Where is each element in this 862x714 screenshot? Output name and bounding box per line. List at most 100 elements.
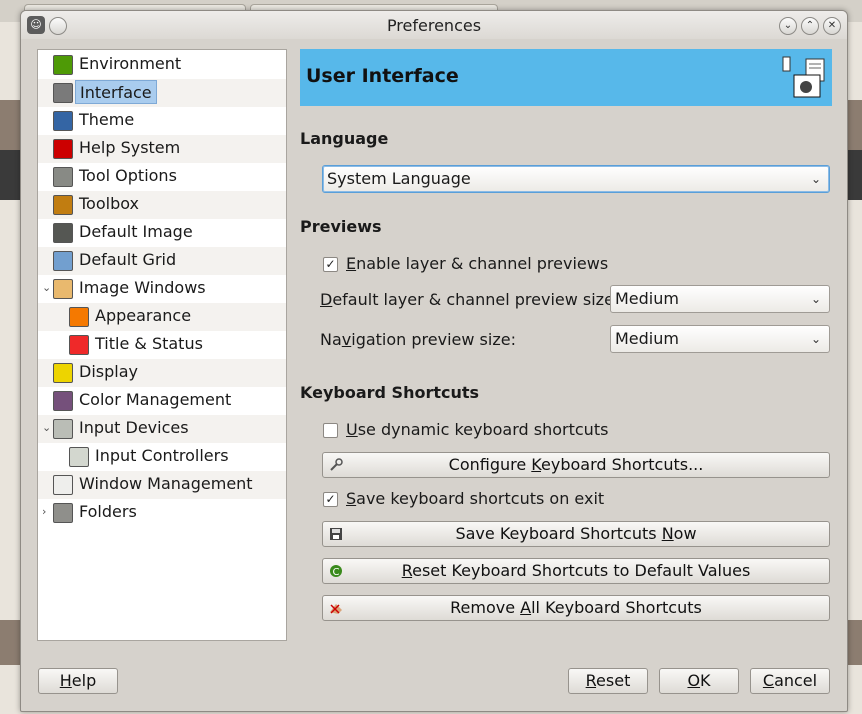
image-windows-icon: [53, 279, 73, 299]
navigation-preview-size-select[interactable]: Medium ⌄: [610, 325, 830, 353]
tree-item-toolbox[interactable]: Toolbox: [38, 191, 286, 219]
toolbox-icon: [53, 195, 73, 215]
page-title: User Interface: [306, 65, 459, 87]
save-shortcuts-now-button[interactable]: Save Keyboard Shortcuts Now: [322, 521, 830, 547]
tree-item-label: Theme: [79, 110, 135, 129]
title-status-icon: [69, 335, 89, 355]
tree-item-label: Input Controllers: [95, 446, 229, 465]
tree-item-label: Window Management: [79, 474, 253, 493]
preferences-category-tree[interactable]: Environment Interface Theme Help System Tool…: [37, 49, 287, 641]
floppy-disk-icon: [330, 528, 342, 540]
reset-button[interactable]: Reset: [568, 668, 648, 694]
appearance-icon: [69, 307, 89, 327]
theme-icon: [53, 111, 73, 131]
reset-icon: C: [330, 565, 342, 578]
navigation-preview-size-label: Navigation preview size:: [320, 330, 516, 349]
tree-item-display[interactable]: Display: [38, 359, 286, 387]
tree-item-label: Default Grid: [79, 250, 177, 269]
tree-item-default-grid[interactable]: Default Grid: [38, 247, 286, 275]
minimize-icon[interactable]: ⌄: [779, 17, 797, 35]
title-bar[interactable]: ☺ Preferences ⌄ ⌃ ✕: [21, 11, 847, 39]
eraser-icon: [330, 604, 342, 614]
input-controllers-icon: [69, 447, 89, 467]
dynamic-shortcuts-checkbox[interactable]: [323, 423, 338, 438]
tree-item-label: Help System: [79, 138, 181, 157]
close-icon[interactable]: ✕: [823, 17, 841, 35]
expander-expanded-icon[interactable]: ⌄: [42, 421, 52, 434]
interface-icon: [53, 83, 73, 103]
tree-item-image-windows[interactable]: ⌄ Image Windows: [38, 275, 286, 303]
background-band: [0, 620, 22, 665]
reset-shortcuts-button[interactable]: C Reset Keyboard Shortcuts to Default Va…: [322, 558, 830, 584]
tree-item-color-management[interactable]: Color Management: [38, 387, 286, 415]
tree-item-label: Title & Status: [95, 334, 203, 353]
background-band: [0, 100, 22, 150]
tree-item-label: Environment: [79, 54, 182, 73]
expander-expanded-icon[interactable]: ⌄: [42, 281, 52, 294]
remove-all-shortcuts-button[interactable]: Remove All Keyboard Shortcuts: [322, 595, 830, 621]
window-management-icon: [53, 475, 73, 495]
help-button[interactable]: Help: [38, 668, 118, 694]
tree-item-environment[interactable]: Environment: [38, 51, 286, 79]
layer-preview-size-label: Default layer & channel preview size:: [320, 290, 620, 309]
layer-preview-size-select[interactable]: Medium ⌄: [610, 285, 830, 313]
user-interface-icon: [782, 56, 825, 98]
preferences-dialog: ☺ Preferences ⌄ ⌃ ✕ Environment Interface…: [20, 10, 848, 712]
svg-text:C: C: [333, 567, 340, 578]
default-grid-icon: [53, 251, 73, 271]
tree-item-label: Interface: [75, 80, 157, 104]
language-select[interactable]: System Language ⌄: [322, 165, 830, 193]
tree-item-label: Input Devices: [79, 418, 189, 437]
enable-previews-checkbox[interactable]: ✓: [323, 257, 338, 272]
tree-item-label: Appearance: [95, 306, 192, 325]
ok-button[interactable]: OK: [659, 668, 739, 694]
tree-item-folders[interactable]: › Folders: [38, 499, 286, 527]
tree-item-label: Default Image: [79, 222, 193, 241]
wrench-icon: [330, 458, 343, 471]
previews-section-title: Previews: [300, 217, 382, 236]
language-section-title: Language: [300, 129, 389, 148]
tool-options-icon: [53, 167, 73, 187]
default-image-icon: [53, 223, 73, 243]
dynamic-shortcuts-label[interactable]: Use dynamic keyboard shortcuts: [346, 420, 608, 439]
tree-item-interface[interactable]: Interface: [38, 79, 286, 107]
tree-item-label: Image Windows: [79, 278, 206, 297]
tree-item-label: Display: [79, 362, 138, 381]
chevron-down-icon: ⌄: [810, 292, 821, 306]
tree-item-default-image[interactable]: Default Image: [38, 219, 286, 247]
tree-item-help-system[interactable]: Help System: [38, 135, 286, 163]
tree-item-label: Toolbox: [79, 194, 139, 213]
tree-item-input-devices[interactable]: ⌄ Input Devices: [38, 415, 286, 443]
input-devices-icon: [53, 419, 73, 439]
keyboard-shortcuts-section-title: Keyboard Shortcuts: [300, 383, 480, 402]
background-band: [0, 150, 22, 200]
cancel-button[interactable]: Cancel: [750, 668, 830, 694]
language-select-value: System Language: [327, 169, 471, 188]
color-management-icon: [53, 391, 73, 411]
page-header: User Interface: [300, 49, 832, 106]
tree-item-tool-options[interactable]: Tool Options: [38, 163, 286, 191]
tree-item-input-controllers[interactable]: Input Controllers: [38, 443, 286, 471]
configure-shortcuts-button[interactable]: Configure Keyboard Shortcuts...: [322, 452, 830, 478]
tree-item-label: Tool Options: [79, 166, 177, 185]
save-on-exit-checkbox[interactable]: ✓: [323, 492, 338, 507]
layer-preview-size-value: Medium: [615, 289, 679, 308]
tree-item-window-management[interactable]: Window Management: [38, 471, 286, 499]
enable-previews-label[interactable]: Enable layer & channel previews: [346, 254, 608, 273]
tree-item-theme[interactable]: Theme: [38, 107, 286, 135]
help-system-icon: [53, 139, 73, 159]
tree-item-title-status[interactable]: Title & Status: [38, 331, 286, 359]
chevron-down-icon: ⌄: [810, 172, 821, 186]
chevron-down-icon: ⌄: [810, 332, 821, 346]
tree-item-appearance[interactable]: Appearance: [38, 303, 286, 331]
navigation-preview-size-value: Medium: [615, 329, 679, 348]
save-on-exit-label[interactable]: Save keyboard shortcuts on exit: [346, 489, 604, 508]
environment-icon: [53, 55, 73, 75]
expander-collapsed-icon[interactable]: ›: [42, 505, 52, 518]
display-icon: [53, 363, 73, 383]
tree-item-label: Color Management: [79, 390, 232, 409]
folders-icon: [53, 503, 73, 523]
tree-item-label: Folders: [79, 502, 137, 521]
window-title: Preferences: [386, 16, 482, 35]
maximize-icon[interactable]: ⌃: [801, 17, 819, 35]
